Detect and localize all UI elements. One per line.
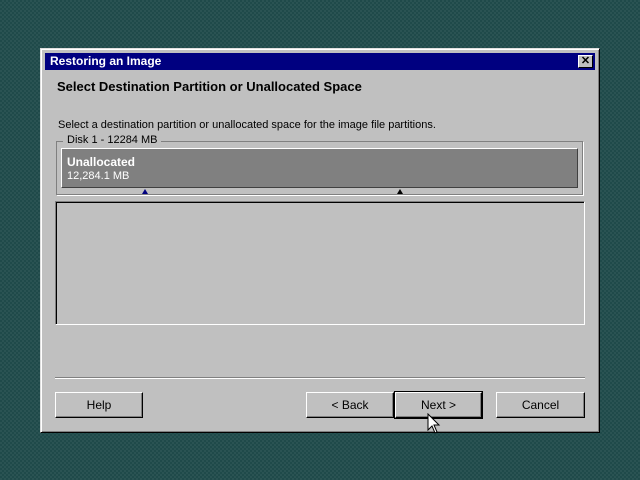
title-bar: Restoring an Image ✕ — [45, 53, 595, 70]
button-separator — [55, 377, 585, 379]
partition-size: 12,284.1 MB — [67, 170, 130, 182]
disk-label: Disk 1 - 12284 MB — [63, 134, 162, 146]
cancel-button[interactable]: Cancel — [496, 392, 585, 418]
next-button-label: Next > — [420, 398, 456, 412]
instructions-text: Select a destination partition or unallo… — [58, 119, 436, 131]
close-button[interactable]: ✕ — [578, 55, 593, 68]
close-icon: ✕ — [580, 55, 591, 67]
disk-group: Disk 1 - 12284 MB Unallocated 12,284.1 M… — [56, 134, 583, 195]
restore-image-dialog: Restoring an Image ✕ Select Destination … — [40, 48, 600, 433]
help-button-label: Help — [86, 398, 112, 412]
page-heading: Select Destination Partition or Unalloca… — [57, 79, 362, 94]
mouse-pointer-icon — [427, 413, 441, 434]
back-button[interactable]: < Back — [306, 392, 394, 418]
partition-name: Unallocated — [67, 155, 136, 169]
cancel-button-label: Cancel — [521, 398, 560, 412]
dialog-title: Restoring an Image — [50, 54, 162, 68]
help-button[interactable]: Help — [55, 392, 143, 418]
partition-start-marker-icon[interactable] — [142, 189, 148, 194]
back-button-label: < Back — [331, 398, 369, 412]
partition-end-marker-icon[interactable] — [397, 189, 403, 194]
partition-details-list[interactable] — [55, 201, 585, 325]
partition-unallocated[interactable]: Unallocated 12,284.1 MB — [61, 148, 578, 188]
